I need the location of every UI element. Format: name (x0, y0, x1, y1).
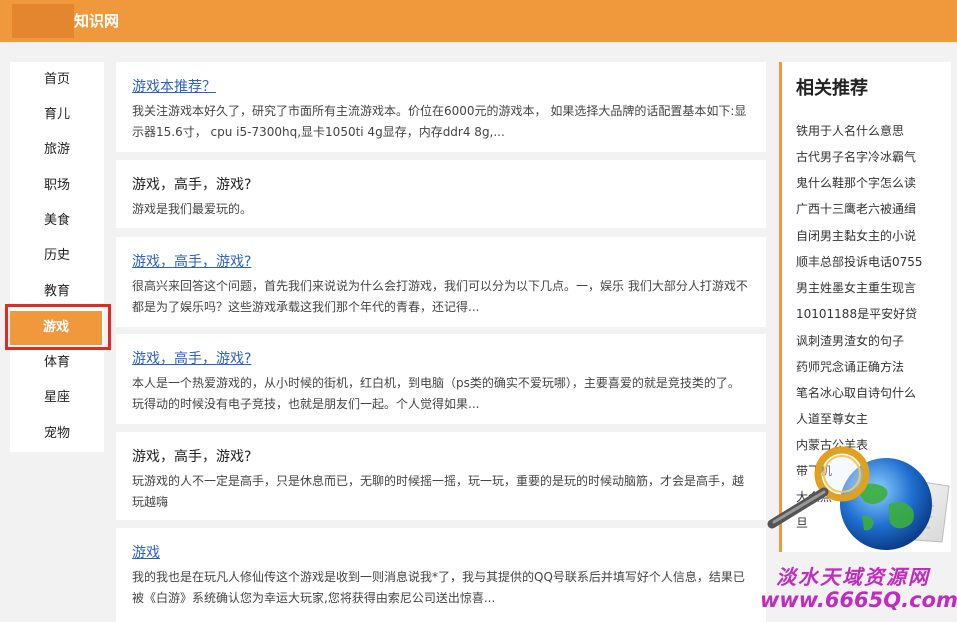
category-sidebar: 首页 育儿 旅游 职场 美食 历史 教育 游戏 体育 星座 宠物 (10, 62, 104, 452)
watermark-text: 淡水天域资源网 (776, 565, 930, 589)
related-item[interactable]: 旦 (796, 514, 808, 531)
article-title-link[interactable]: 游戏 (132, 542, 160, 562)
related-recommendations-panel: 相关推荐 铁用于人名什么意思 古代男子名字冷冰霸气 鬼什么鞋那个字怎么读 广西十… (779, 62, 951, 552)
article-excerpt: 游戏是我们最爱玩的。 (132, 202, 253, 216)
article-excerpt: 我的我也是在玩凡人修仙传这个游戏是收到一则消息说我*了，我与其提供的QQ号联系后… (132, 570, 745, 605)
watermark-url: www.6665Q.com (760, 588, 957, 612)
article-title: 游戏，高手，游戏? (132, 449, 252, 465)
nav-item-parenting[interactable]: 育儿 (10, 97, 104, 133)
related-item[interactable]: 大众点 (796, 488, 832, 505)
article-title-link[interactable]: 游戏本推荐？ (132, 76, 216, 96)
related-item[interactable]: 笔名冰心取自诗句什么 (796, 384, 916, 401)
article-card: 游戏，高手，游戏? 本人是一个热爱游戏的，从小时候的街机，红白机，到电脑（ps类… (116, 334, 766, 424)
related-item[interactable]: 男主姓墨女主重生现言 (796, 279, 916, 296)
site-logo[interactable] (12, 4, 74, 38)
article-card: 游戏，高手，游戏? 游戏是我们最爱玩的。 (116, 160, 766, 228)
article-card: 游戏 我的我也是在玩凡人修仙传这个游戏是收到一则消息说我*了，我与其提供的QQ号… (116, 528, 766, 622)
related-item[interactable]: 顺丰总部投诉电话0755 (796, 253, 923, 270)
article-card: 游戏，高手，游戏? 很高兴来回答这个问题，首先我们来说说为什么会打游戏，我们可以… (116, 237, 766, 327)
related-item[interactable]: 人道至尊女主 (796, 410, 868, 427)
related-item[interactable]: 广西十三鹰老六被通缉 (796, 200, 916, 217)
article-excerpt: 本人是一个热爱游戏的，从小时候的街机，红白机，到电脑（ps类的确实不爱玩哪），主… (132, 376, 740, 411)
article-title: 游戏，高手，游戏? (132, 177, 252, 193)
related-item[interactable]: 鬼什么鞋那个字怎么读 (796, 174, 916, 191)
article-card: 游戏本推荐？ 我关注游戏本好久了，研究了市面所有主流游戏本。价位在6000元的游… (116, 62, 766, 152)
related-item[interactable]: 讽刺渣男渣女的句子 (796, 332, 904, 349)
nav-item-pets[interactable]: 宠物 (10, 416, 104, 452)
nav-item-sports[interactable]: 体育 (10, 345, 104, 381)
nav-item-games[interactable]: 游戏 (10, 311, 102, 345)
nav-item-education[interactable]: 教育 (10, 274, 104, 310)
nav-item-career[interactable]: 职场 (10, 168, 104, 204)
related-item[interactable]: 古代男子名字冷冰霸气 (796, 148, 916, 165)
article-title-link[interactable]: 游戏，高手，游戏? (132, 251, 251, 271)
related-item[interactable]: 自闭男主黏女主的小说 (796, 227, 916, 244)
nav-item-home[interactable]: 首页 (10, 62, 104, 98)
nav-item-travel[interactable]: 旅游 (10, 132, 104, 168)
top-header-bar: 知识网 (0, 0, 957, 42)
nav-item-food[interactable]: 美食 (10, 203, 104, 239)
article-excerpt: 玩游戏的人不一定是高手，只是休息而已，无聊的时候摇一摇，玩一玩，重要的是玩的时候… (132, 474, 745, 509)
article-excerpt: 我关注游戏本好久了，研究了市面所有主流游戏本。价位在6000元的游戏本， 如果选… (132, 104, 747, 139)
nav-item-history[interactable]: 历史 (10, 238, 104, 274)
article-excerpt: 很高兴来回答这个问题，首先我们来说说为什么会打游戏，我们可以分为以下几点。一，娱… (132, 279, 748, 314)
related-item[interactable]: 内蒙古公羊表 (796, 436, 868, 453)
site-title[interactable]: 知识网 (74, 10, 119, 31)
article-title-link[interactable]: 游戏，高手，游戏? (132, 348, 251, 368)
article-card: 游戏，高手，游戏? 玩游戏的人不一定是高手，只是休息而已，无聊的时候摇一摇，玩一… (116, 432, 766, 520)
nav-item-horoscope[interactable]: 星座 (10, 380, 104, 416)
related-item[interactable]: 药师咒念诵正确方法 (796, 358, 904, 375)
related-item[interactable]: 铁用于人名什么意思 (796, 122, 904, 139)
related-title: 相关推荐 (796, 78, 868, 99)
related-item[interactable]: 带飞机 (796, 462, 832, 479)
related-item[interactable]: 10101188是平安好贷 (796, 305, 917, 322)
